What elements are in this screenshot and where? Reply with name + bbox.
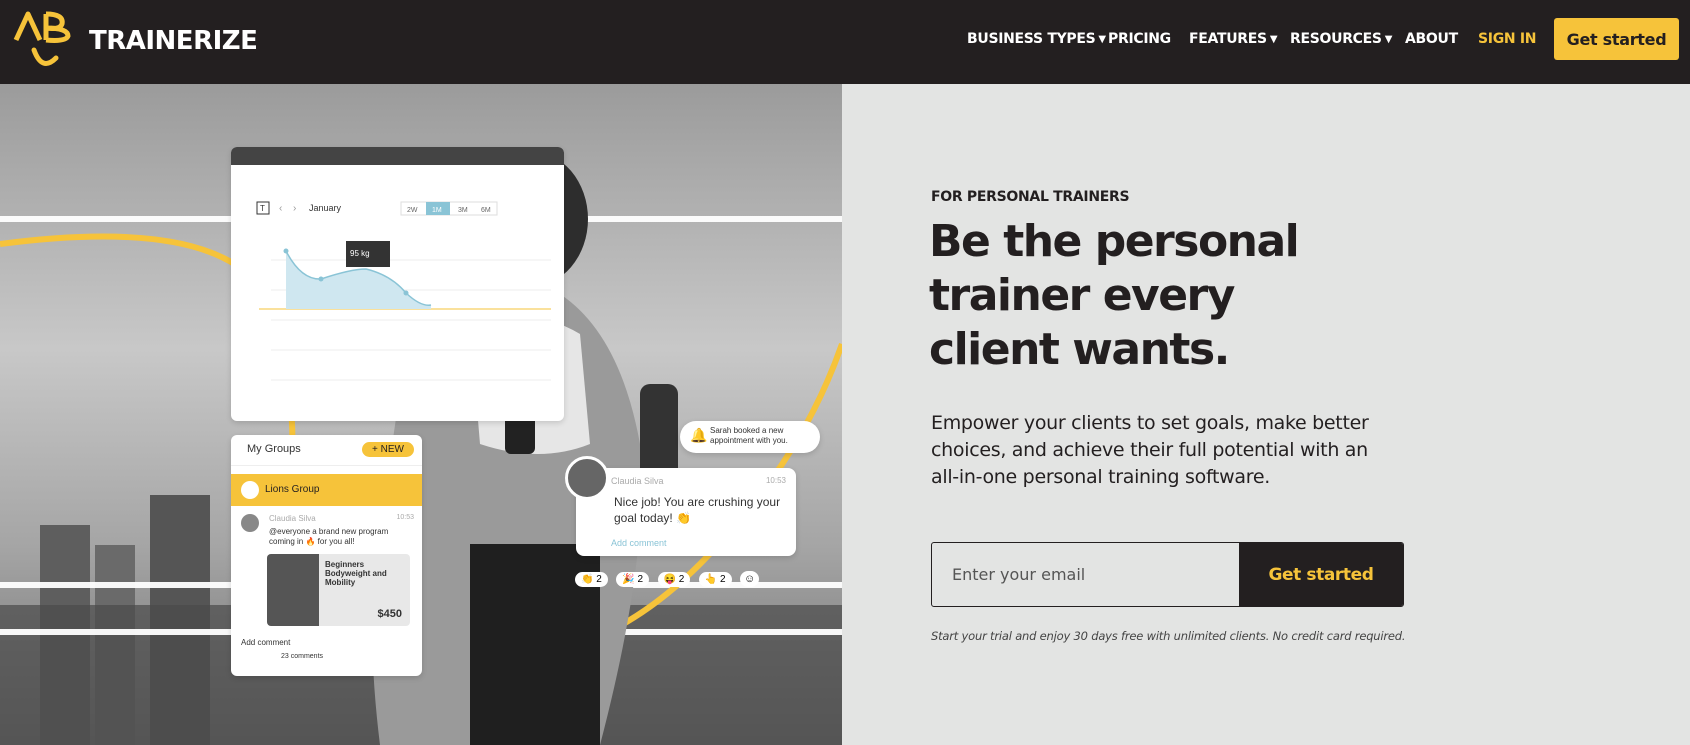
message-card: Claudia Silva 10:53 Nice job! You are cr…: [576, 468, 796, 556]
chevron-down-icon: ▼: [1384, 34, 1393, 45]
post-author: Claudia Silva: [269, 514, 316, 523]
nav-label: FEATURES: [1189, 31, 1267, 47]
headline-line: Be the personal: [929, 216, 1300, 267]
new-group-button[interactable]: + NEW: [362, 442, 414, 457]
groups-title: My Groups: [247, 443, 301, 455]
message-time: 10:53: [765, 476, 786, 485]
program-card[interactable]: Beginners Bodyweight and Mobility $450: [267, 554, 410, 626]
headline-line: trainer every: [929, 270, 1235, 321]
chart-month: January: [309, 203, 342, 213]
avatar: [565, 456, 609, 500]
message-text: Nice job! You are crushing your goal tod…: [614, 495, 781, 525]
svg-text:3M: 3M: [458, 207, 468, 214]
chevron-right-icon: ›: [293, 203, 296, 214]
hero-headline: Be the personal trainer every client wan…: [929, 215, 1489, 377]
hero-get-started-button[interactable]: Get started: [1239, 543, 1403, 606]
svg-text:2W: 2W: [407, 207, 418, 214]
signup-form: Get started: [931, 542, 1404, 607]
range-tabs: 2W 1M 3M 6M: [400, 201, 498, 216]
nav-about[interactable]: ABOUT: [1405, 31, 1458, 47]
nav-features[interactable]: FEATURES ▼: [1189, 31, 1278, 47]
nav-sign-in[interactable]: SIGN IN: [1478, 31, 1537, 47]
group-lions[interactable]: Lions Group: [231, 474, 422, 506]
program-price: $450: [377, 608, 402, 620]
get-started-button[interactable]: Get started: [1554, 18, 1679, 60]
reaction-chip[interactable]: 👏 2: [575, 572, 608, 587]
message-author: Claudia Silva: [611, 476, 664, 486]
nav-label: ABOUT: [1405, 31, 1458, 47]
notification-toast: 🔔 Sarah booked a new appointment with yo…: [680, 421, 820, 453]
chart-tooltip: 95 kg: [350, 249, 370, 258]
comments-count[interactable]: 23 comments: [281, 653, 323, 660]
weight-chart-card: T ‹ › January 2W 1M 3M 6M 95 kg: [231, 147, 564, 421]
top-nav: TRAINERIZE BUSINESS TYPES ▼ PRICING FEATU…: [0, 0, 1690, 84]
program-title: Beginners Bodyweight and Mobility: [325, 560, 387, 587]
svg-text:6M: 6M: [481, 207, 491, 214]
trial-note: Start your trial and enjoy 30 days free …: [931, 629, 1406, 643]
nav-label: RESOURCES: [1290, 31, 1382, 47]
nav-pricing[interactable]: PRICING: [1108, 31, 1171, 47]
group-avatar: [241, 481, 259, 499]
svg-text:1M: 1M: [432, 207, 442, 214]
my-groups-card: My Groups + NEW Lions Group Claudia Silv…: [231, 435, 422, 676]
add-reaction-icon[interactable]: ☺: [740, 571, 760, 587]
bell-icon: 🔔: [690, 427, 708, 443]
nav-business-types[interactable]: BUSINESS TYPES ▼: [967, 31, 1106, 47]
card-header-bar: [231, 147, 564, 165]
post-text: @everyone a brand new program coming in …: [269, 527, 389, 546]
add-comment-link[interactable]: Add comment: [611, 538, 667, 548]
reactions-row: 👏 2 🎉 2 😝 2 👆 2 ☺: [575, 569, 760, 589]
hero-eyebrow: FOR PERSONAL TRAINERS: [931, 189, 1130, 205]
svg-text:T: T: [260, 204, 265, 213]
hero-subtext: Empower your clients to set goals, make …: [931, 412, 1369, 488]
group-name: Lions Group: [265, 484, 320, 495]
chevron-down-icon: ▼: [1098, 34, 1106, 45]
program-image: [267, 554, 319, 626]
headline-line: client wants.: [929, 324, 1230, 375]
nav-label: BUSINESS TYPES: [967, 31, 1096, 47]
email-input[interactable]: [932, 543, 1238, 606]
weight-chart: T ‹ › January 2W 1M 3M 6M 95 kg: [256, 201, 551, 381]
reaction-chip[interactable]: 👆 2: [698, 572, 732, 587]
post-time: 10:53: [396, 514, 414, 521]
chevron-left-icon: ‹: [279, 203, 282, 214]
notification-text: Sarah booked a new appointment with you.: [710, 426, 788, 445]
nav-resources[interactable]: RESOURCES ▼: [1290, 31, 1392, 47]
reaction-chip[interactable]: 🎉 2: [616, 572, 650, 587]
add-comment-link[interactable]: Add comment: [241, 638, 290, 647]
nav-label: PRICING: [1108, 31, 1171, 47]
reaction-chip[interactable]: 😝 2: [657, 572, 691, 587]
avatar: [241, 514, 259, 532]
chevron-down-icon: ▼: [1269, 34, 1278, 45]
groups-header: My Groups + NEW: [231, 435, 422, 466]
new-label: NEW: [380, 444, 404, 455]
